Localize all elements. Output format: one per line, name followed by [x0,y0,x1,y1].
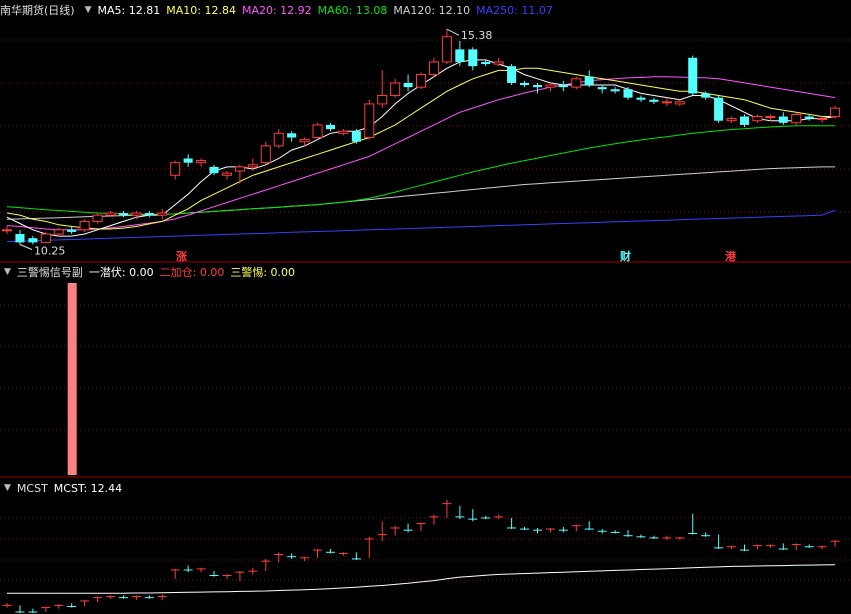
candle-body [597,87,607,90]
candle-body [661,101,672,104]
candle-body [739,116,750,125]
candle-body [183,158,193,163]
candle-body [131,212,142,216]
candle-body [674,101,685,105]
candle-body [636,97,646,100]
ma120-line [6,166,836,220]
mcst-panel-title: MCST [16,481,48,495]
candle-body [260,145,271,164]
high-pointer [446,28,460,36]
candle-body [247,164,258,168]
marker-zhang[interactable]: 涨 [176,248,187,264]
candle-body [520,82,530,86]
candle-body [273,132,284,147]
candle-body [105,212,116,216]
candle-body [144,213,154,216]
signal-bar [67,283,77,475]
candle-body [377,95,388,105]
candle-body [209,166,219,174]
dropdown-triangle-icon[interactable]: ▼ [85,5,92,15]
mcst-line [7,564,836,594]
candle-body [468,49,478,67]
candle-body [40,233,51,243]
candle-body [623,89,633,98]
signal-item-jingti: 三警惕: 0.00 [230,266,296,279]
candle-body [351,131,361,142]
candle-body [688,57,698,94]
candle-body [390,82,401,97]
mcst-legend: ▼ MCST MCST: 12.44 [0,479,851,497]
ma5-label: MA5: 12.81 [97,3,161,17]
ma60-line [6,125,836,215]
candle-body [234,166,245,172]
main-chart-title: 南华期货(日线) [0,4,75,17]
candle-body [752,116,763,122]
candle-body [481,61,491,65]
candle-body [507,66,517,83]
candle-body [610,89,620,92]
candle-body [15,234,25,243]
candle-body [804,116,814,119]
candle-body [196,160,207,164]
candle-body [817,118,828,121]
candle-body [67,229,77,232]
candle-body [28,238,38,243]
candle-body [92,214,103,222]
dropdown-triangle-icon[interactable]: ▼ [4,483,11,493]
marker-gang[interactable]: 港 [725,248,736,264]
candle-body [714,97,724,121]
ma120-label: MA120: 12.10 [393,3,471,17]
candle-body [830,107,841,118]
candle-body [791,113,802,124]
candle-body [701,93,711,98]
candle-body [312,124,323,138]
candle-body [532,85,543,88]
candle-body [455,49,465,62]
signal-panel-title: 三警惕信号副 [16,266,83,279]
candle-body [325,124,335,130]
candle-body [53,229,64,235]
candle-body [428,61,439,76]
candle-body [170,162,181,176]
main-legend: 南华期货(日线) ▼ MA5: 12.81 MA10: 12.84 MA20: … [0,1,851,19]
ma20-label: MA20: 12.92 [241,3,312,17]
candle-body [558,85,568,88]
candle-body [441,36,452,63]
low-price-label: 10.25 [34,245,66,258]
candle-body [118,213,128,216]
low-pointer [19,244,33,250]
candle-body [493,61,504,65]
candle-body [299,139,310,143]
high-price-label: 15.38 [461,29,493,42]
signal-item-qianfu: 一潜伏: 0.00 [88,266,154,279]
ma60-label: MA60: 13.08 [317,3,388,17]
candle-body [338,130,349,134]
candle-body [765,116,776,119]
candle-body [584,76,594,86]
ma20-line [6,76,836,231]
mcst-value-label: MCST: 12.44 [53,481,123,495]
signal-legend: ▼ 三警惕信号副 一潜伏: 0.00 二加仓: 0.00 三警惕: 0.00 [0,263,851,281]
candle-body [157,212,168,216]
candle-body [79,220,90,231]
dropdown-triangle-icon[interactable]: ▼ [4,267,11,277]
ma10-line [6,67,836,230]
candle-body [1,229,13,232]
candle-body [545,84,556,88]
chart-canvas: 15.38 10.25 [0,28,851,614]
candle-body [726,118,737,122]
candle-body [364,103,375,139]
marker-cai[interactable]: 财 [620,248,631,264]
candle-body [571,78,582,88]
candle-body [416,74,427,88]
signal-item-jiacang: 二加仓: 0.00 [159,266,225,279]
candle-body [649,99,659,102]
ma10-label: MA10: 12.84 [166,3,236,17]
candle-body [287,133,297,138]
candle-body [403,82,413,88]
candle-body [778,116,788,123]
ma250-label: MA250: 11.07 [476,3,553,17]
candle-body [221,172,232,176]
